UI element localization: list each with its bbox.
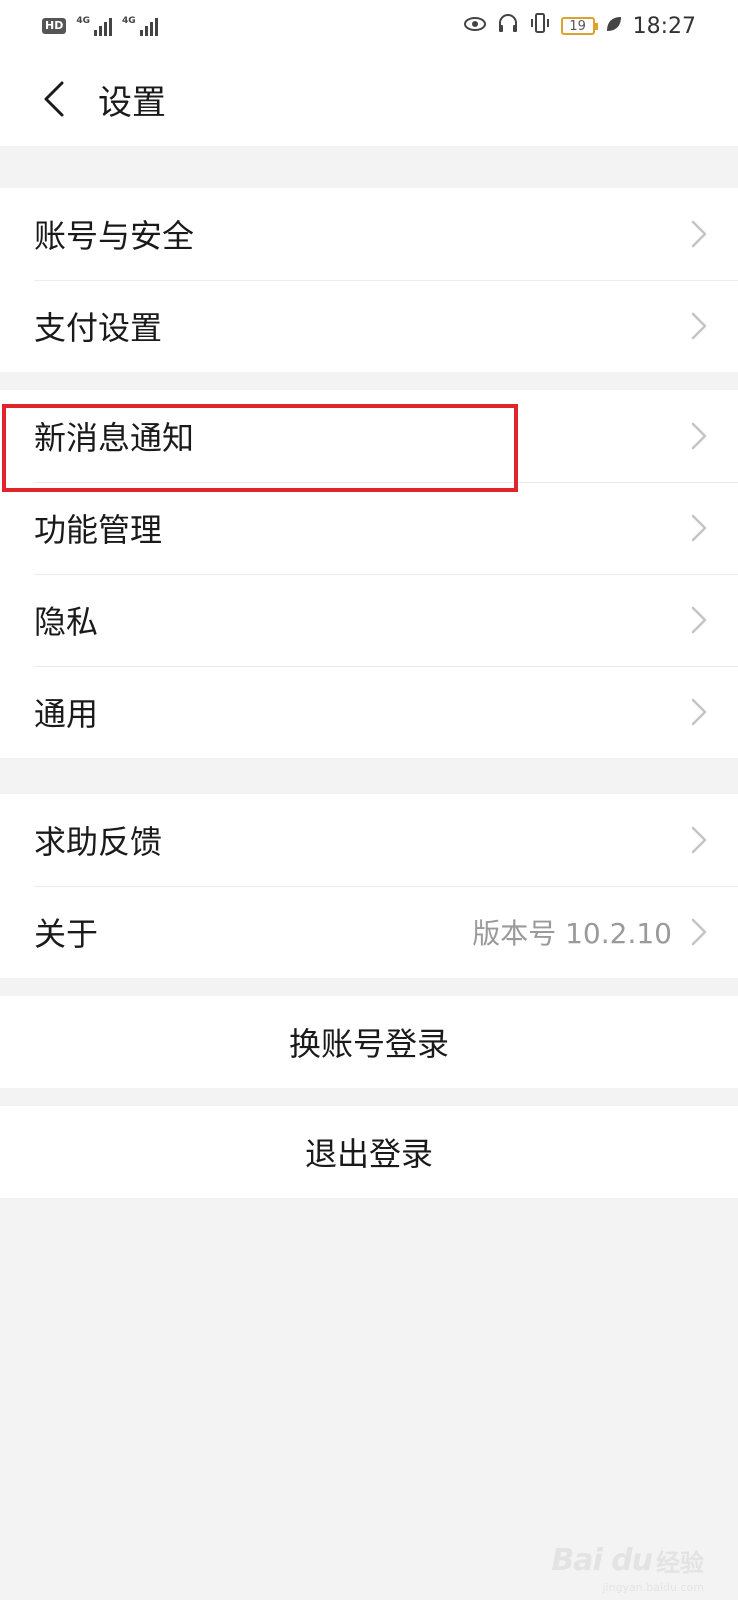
chevron-left-icon (44, 81, 64, 117)
settings-item-help-feedback[interactable]: 求助反馈 (0, 794, 738, 886)
battery-icon: 19 (560, 17, 598, 35)
logout-button[interactable]: 退出登录 (0, 1106, 738, 1198)
vibrate-icon (529, 12, 551, 40)
settings-item-label: 隐私 (34, 603, 99, 641)
settings-group-general: 新消息通知 功能管理 隐私 通用 (0, 390, 738, 758)
chevron-right-icon (691, 220, 707, 248)
leaf-icon (605, 14, 623, 39)
signal-icon-sim2: 4G (122, 16, 158, 36)
watermark-url: jingyan.baidu.com (602, 1581, 704, 1594)
settings-item-label: 通用 (34, 695, 99, 733)
settings-item-privacy[interactable]: 隐私 (0, 574, 738, 666)
chevron-right-icon (691, 606, 707, 634)
page-title: 设置 (98, 82, 166, 123)
settings-group-help: 求助反馈 关于 版本号 10.2.10 (0, 794, 738, 978)
settings-item-feature-management[interactable]: 功能管理 (0, 482, 738, 574)
status-bar-right: 19 18:27 (463, 12, 696, 40)
settings-item-label: 支付设置 (34, 309, 163, 347)
chevron-right-icon (691, 422, 707, 450)
watermark-logo: Bai du (551, 1543, 653, 1578)
watermark-text: 经验 (656, 1549, 704, 1577)
back-button[interactable] (24, 69, 84, 129)
top-nav-bar: 设置 (0, 52, 738, 146)
settings-item-label: 新消息通知 (34, 419, 195, 457)
chevron-right-icon (691, 698, 707, 726)
chevron-right-icon (691, 826, 707, 854)
settings-item-label: 功能管理 (34, 511, 163, 549)
settings-item-payment[interactable]: 支付设置 (0, 280, 738, 372)
settings-group-account: 账号与安全 支付设置 (0, 188, 738, 372)
settings-item-label: 关于 (34, 915, 99, 953)
chevron-right-icon (691, 918, 707, 946)
baidu-jingyan-watermark: Bai du 经验 jingyan.baidu.com (551, 1543, 704, 1594)
settings-item-label: 求助反馈 (34, 823, 163, 861)
switch-account-button[interactable]: 换账号登录 (0, 996, 738, 1088)
status-bar-left: HD 4G 4G (42, 16, 158, 36)
signal-icon-sim1: 4G (76, 16, 112, 36)
settings-item-account-security[interactable]: 账号与安全 (0, 188, 738, 280)
status-time: 18:27 (632, 13, 696, 39)
headphones-icon (497, 13, 519, 39)
chevron-right-icon (691, 514, 707, 542)
status-bar: HD 4G 4G 19 18:27 (0, 0, 738, 52)
version-number: 版本号 10.2.10 (472, 917, 672, 950)
eye-icon (463, 14, 487, 39)
settings-item-about[interactable]: 关于 版本号 10.2.10 (0, 886, 738, 978)
hd-badge: HD (42, 18, 67, 34)
settings-item-new-message-notification[interactable]: 新消息通知 (0, 390, 738, 482)
settings-item-label: 账号与安全 (34, 217, 195, 255)
settings-item-general[interactable]: 通用 (0, 666, 738, 758)
chevron-right-icon (691, 312, 707, 340)
